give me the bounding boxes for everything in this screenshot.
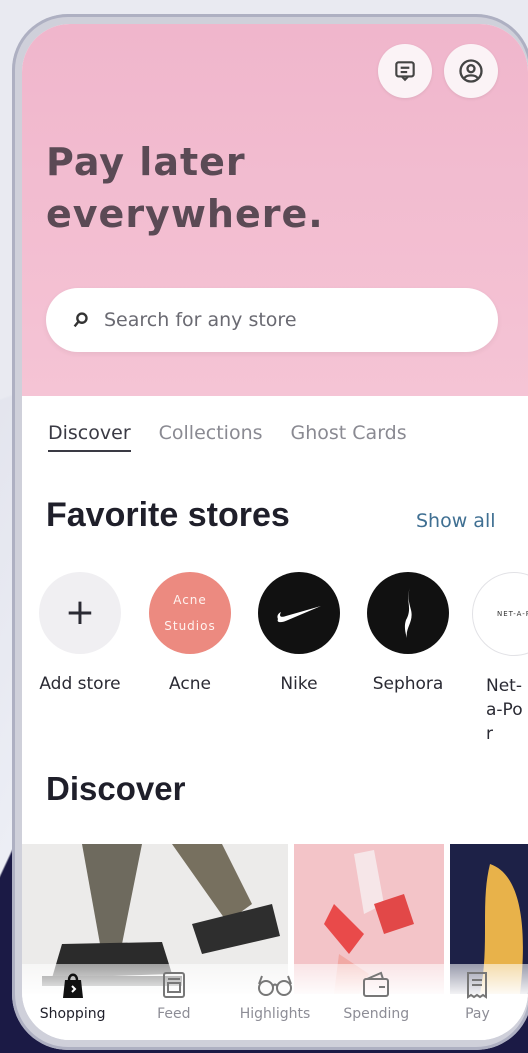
search-placeholder: Search for any store <box>104 309 297 331</box>
search-icon <box>73 312 88 328</box>
discover-heading: Discover <box>46 770 186 807</box>
store-net-a-porter[interactable]: NET-A-P Net-a-Por <box>468 572 528 746</box>
store-label: Nike <box>280 674 318 694</box>
receipt-icon <box>467 972 488 999</box>
store-label: Add store <box>39 674 121 694</box>
shopping-bag-icon <box>62 973 83 998</box>
add-store-button[interactable]: + <box>39 572 121 654</box>
app-screen: Pay later everywhere. Search for any sto… <box>22 24 528 1040</box>
nav-label: Pay <box>465 1006 490 1022</box>
profile-icon <box>459 59 483 83</box>
feed-icon <box>162 972 185 998</box>
store-label: Acne <box>169 674 211 694</box>
tab-ghost-cards[interactable]: Ghost Cards <box>291 422 407 452</box>
hero-banner: Pay later everywhere. Search for any sto… <box>22 24 528 396</box>
tab-collections[interactable]: Collections <box>159 422 263 452</box>
glasses-icon <box>258 975 292 996</box>
net-a-porter-logo-text: NET-A-P <box>496 610 528 618</box>
nav-label: Feed <box>157 1006 191 1022</box>
acne-logo: Acne Studios <box>149 572 231 654</box>
nav-feed[interactable]: Feed <box>123 964 224 1040</box>
nike-swoosh-icon <box>277 606 321 623</box>
nike-logo <box>258 572 340 654</box>
store-sephora[interactable]: Sephora <box>358 572 458 696</box>
nav-label: Highlights <box>239 1006 311 1022</box>
sephora-logo <box>367 572 449 654</box>
nav-label: Spending <box>343 1006 410 1022</box>
acne-logo-text: Acne Studios <box>164 593 216 633</box>
message-icon <box>395 61 415 82</box>
page-headline: Pay later everywhere. <box>46 136 324 240</box>
store-acne[interactable]: Acne Studios Acne <box>140 572 240 696</box>
nav-highlights[interactable]: Highlights <box>224 964 325 1040</box>
search-input[interactable]: Search for any store <box>46 288 498 352</box>
nav-pay[interactable]: Pay <box>427 964 528 1040</box>
store-label: Sephora <box>372 674 444 694</box>
nav-shopping[interactable]: Shopping <box>22 964 123 1040</box>
store-add[interactable]: + Add store <box>30 572 130 696</box>
profile-button[interactable] <box>444 44 498 98</box>
show-all-link[interactable]: Show all <box>416 510 496 532</box>
tab-discover[interactable]: Discover <box>48 422 131 452</box>
wallet-icon <box>363 971 390 997</box>
sephora-flame-icon <box>404 588 412 638</box>
headline-line-2: everywhere. <box>46 192 324 236</box>
nav-spending[interactable]: Spending <box>326 964 427 1040</box>
headline-line-1: Pay later <box>46 140 246 184</box>
nav-label: Shopping <box>39 1006 106 1022</box>
favorite-stores-heading: Favorite stores <box>46 496 290 534</box>
store-label: Net-a-Por <box>486 676 523 744</box>
store-tabs: Discover Collections Ghost Cards <box>48 422 407 452</box>
bottom-navigation: Shopping Feed Highlights Spending Pay <box>22 964 528 1040</box>
messages-button[interactable] <box>378 44 432 98</box>
plus-icon: + <box>64 592 96 633</box>
store-nike[interactable]: Nike <box>249 572 349 696</box>
net-a-porter-logo: NET-A-P <box>472 572 528 656</box>
